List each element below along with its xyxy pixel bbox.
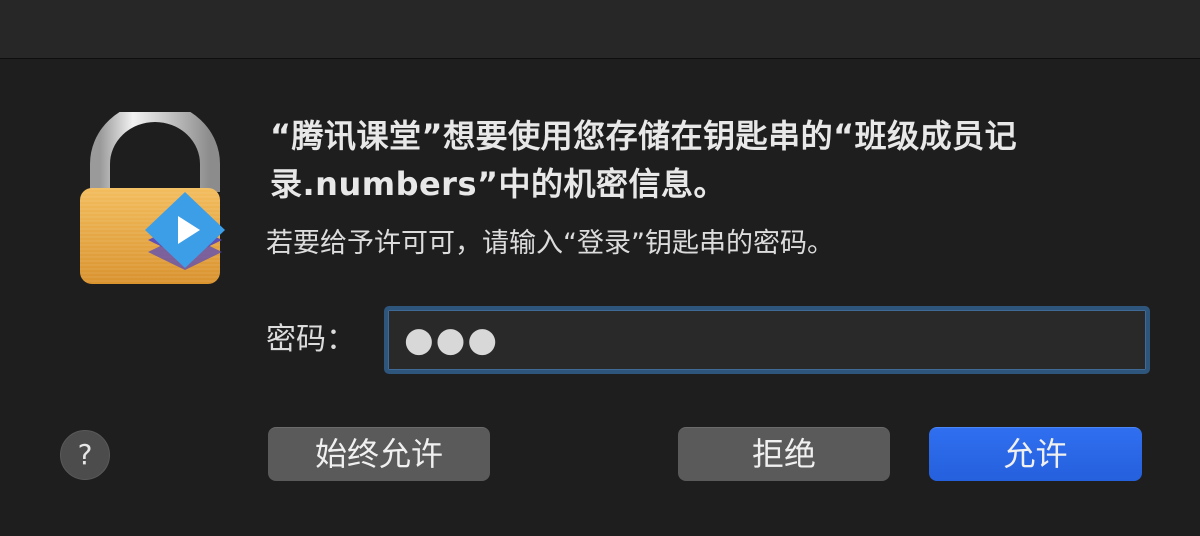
allow-button[interactable]: 允许 xyxy=(929,427,1142,481)
dialog-titlebar xyxy=(0,0,1200,59)
dialog-submessage: 若要给予许可可，请输入“登录”钥匙串的密码。 xyxy=(266,228,834,259)
always-allow-button[interactable]: 始终允许 xyxy=(268,427,490,481)
dialog-message: “腾讯课堂”想要使用您存储在钥匙串的“班级成员记录.numbers”中的机密信息… xyxy=(270,117,1018,203)
help-button[interactable]: ? xyxy=(60,430,110,480)
password-label: 密码： xyxy=(266,322,356,357)
deny-button[interactable]: 拒绝 xyxy=(678,427,890,481)
password-input[interactable]: ●●● xyxy=(384,306,1150,374)
keychain-access-dialog: “腾讯课堂”想要使用您存储在钥匙串的“班级成员记录.numbers”中的机密信息… xyxy=(0,0,1200,536)
lock-with-app-badge-icon xyxy=(70,102,240,292)
